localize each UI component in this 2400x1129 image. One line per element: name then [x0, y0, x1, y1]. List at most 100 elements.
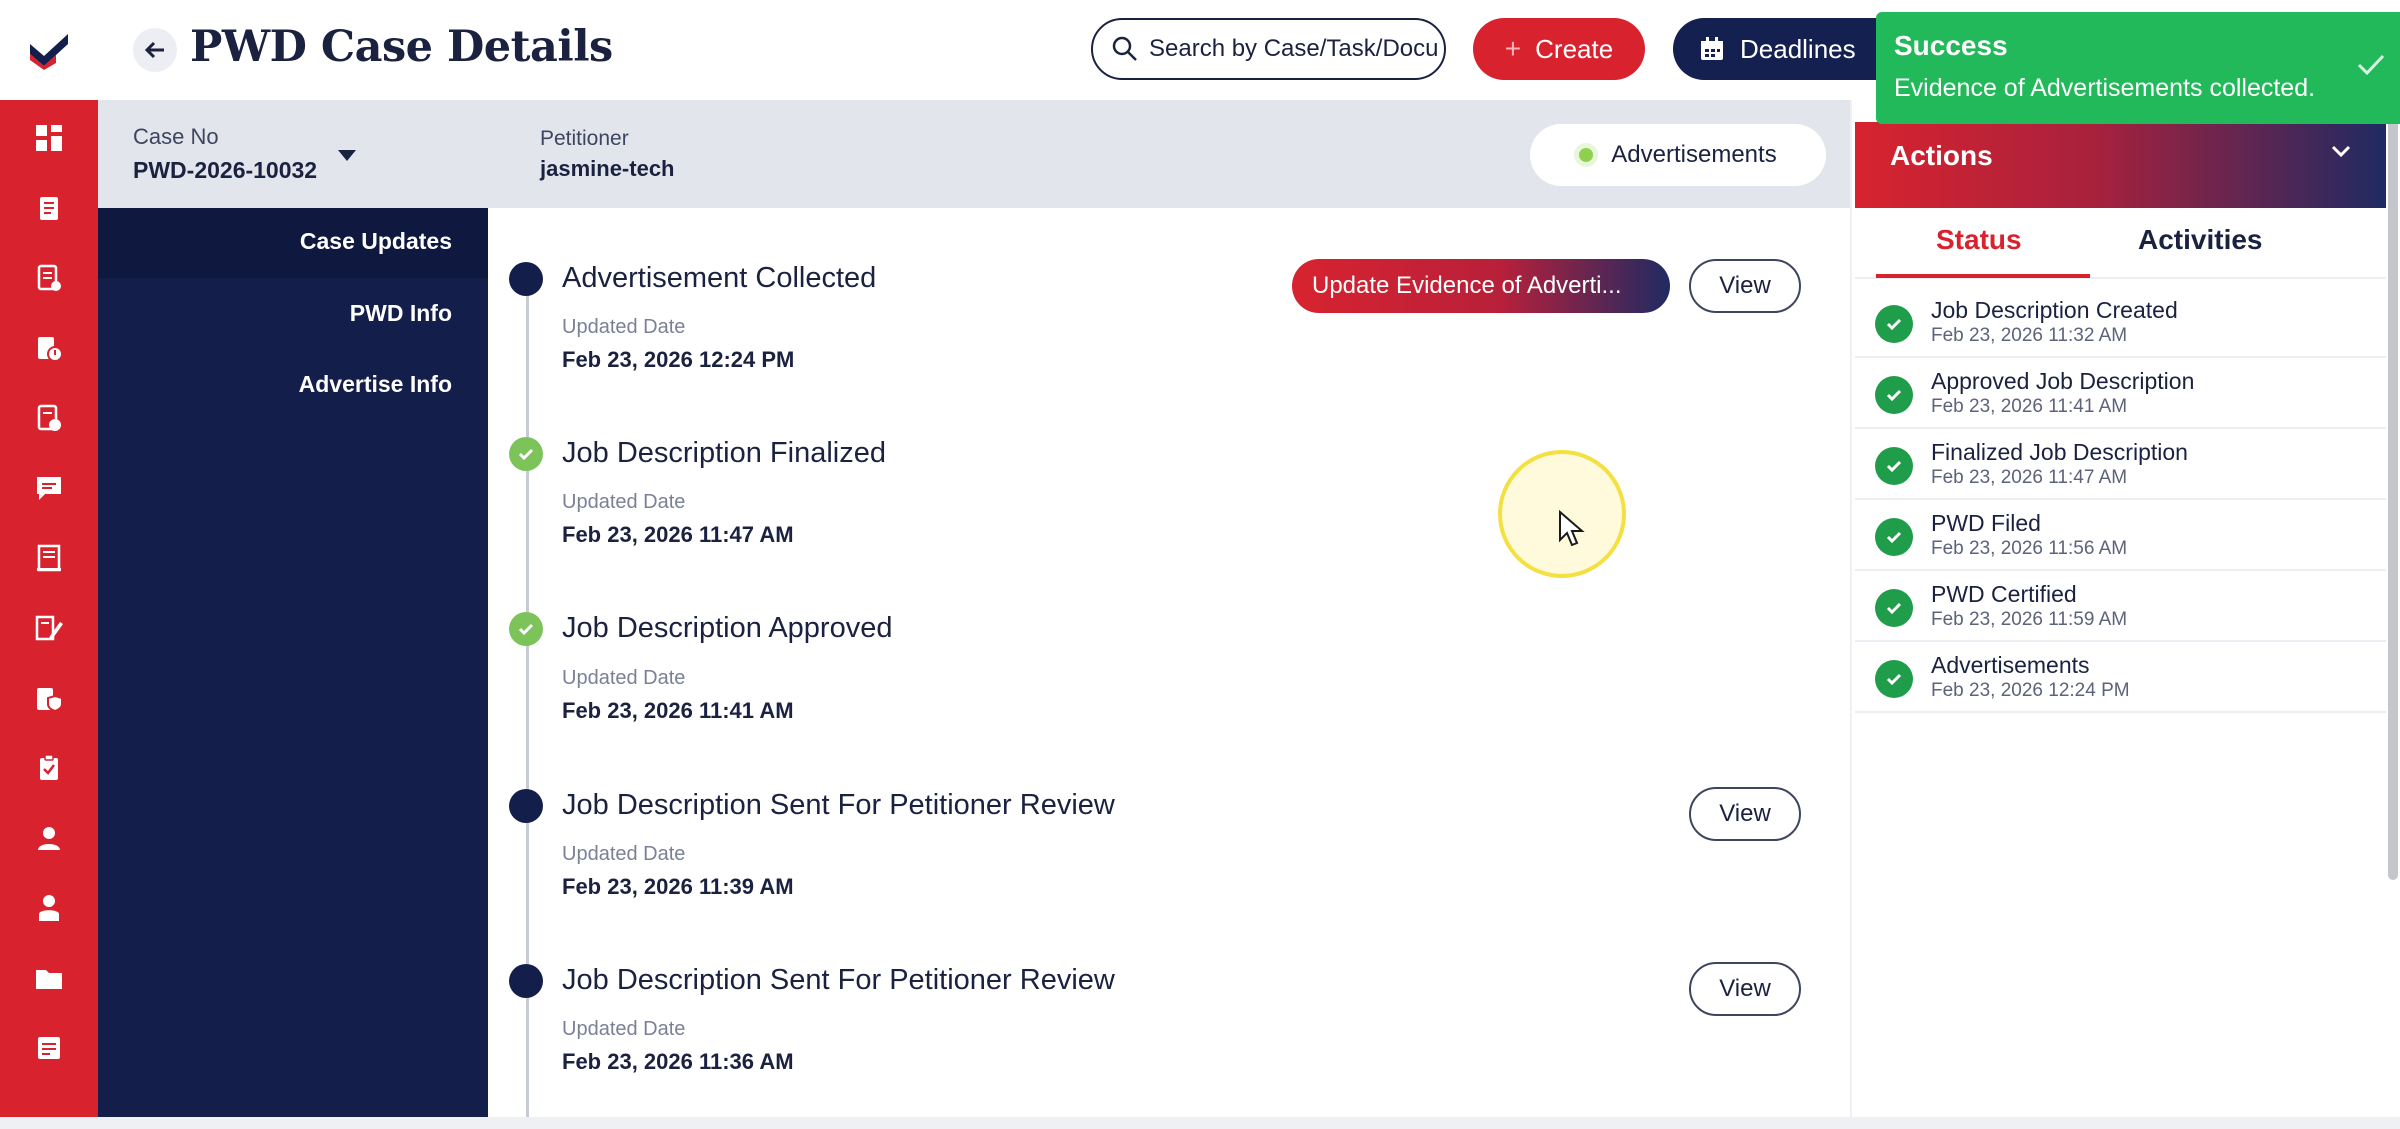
status-dot-icon — [1579, 148, 1594, 162]
section-nav-case-updates[interactable]: Case Updates — [300, 228, 452, 255]
stage-badge: Advertisements — [1530, 124, 1826, 186]
petitioner-value: jasmine-tech — [540, 156, 675, 181]
section-nav-pwd-info[interactable]: PWD Info — [350, 300, 452, 327]
notes-icon[interactable] — [0, 1020, 98, 1076]
updated-date-label: Updated Date — [562, 843, 686, 865]
timeline-item-date: Feb 23, 2026 11:47 AM — [562, 522, 794, 547]
updated-date-label: Updated Date — [562, 316, 686, 338]
timeline-node-icon — [509, 789, 543, 823]
check-circle-icon — [1875, 305, 1913, 343]
timeline-item-title: Job Description Sent For Petitioner Revi… — [562, 789, 1115, 821]
tab-activities[interactable]: Activities — [2138, 224, 2263, 256]
tab-status[interactable]: Status — [1936, 224, 2022, 256]
clipboard-icon[interactable] — [0, 740, 98, 796]
status-item-name: Job Description Created — [1931, 297, 2178, 323]
panel-scrollbar[interactable] — [2388, 100, 2398, 880]
timeline-item-date: Feb 23, 2026 11:41 AM — [562, 698, 794, 723]
status-item-name: PWD Filed — [1931, 510, 2041, 536]
timeline-item-title: Advertisement Collected — [562, 262, 877, 294]
status-item: Job Description Created Feb 23, 2026 11:… — [1855, 287, 2386, 358]
check-circle-icon — [509, 612, 543, 646]
notebook-icon[interactable] — [0, 530, 98, 586]
status-item-time: Feb 23, 2026 11:32 AM — [1931, 325, 2128, 346]
check-circle-icon — [1875, 518, 1913, 556]
view-button[interactable]: View — [1689, 962, 1801, 1016]
timeline-item-date: Feb 23, 2026 12:24 PM — [562, 347, 795, 372]
section-nav-advertise-info[interactable]: Advertise Info — [299, 371, 452, 398]
mouse-pointer-icon — [1559, 510, 1585, 547]
stage-label: Advertisements — [1611, 141, 1777, 168]
timeline-item-title: Job Description Sent For Petitioner Revi… — [562, 964, 1115, 996]
updated-date-label: Updated Date — [562, 667, 686, 689]
status-item-time: Feb 23, 2026 11:59 AM — [1931, 609, 2128, 630]
calendar-icon — [1701, 37, 1723, 60]
toast-message: Evidence of Advertisements collected. — [1894, 74, 2316, 102]
create-label: Create — [1535, 33, 1614, 64]
status-item: PWD Certified Feb 23, 2026 11:59 AM — [1855, 571, 2386, 642]
deadlines-button[interactable]: Deadlines — [1673, 18, 1903, 80]
view-button[interactable]: View — [1689, 787, 1801, 841]
user-icon[interactable] — [0, 810, 98, 866]
person-icon[interactable] — [0, 880, 98, 936]
check-circle-icon — [1875, 589, 1913, 627]
file-check-icon[interactable] — [0, 390, 98, 446]
timeline-line — [526, 278, 529, 1129]
status-item: Advertisements Feb 23, 2026 12:24 PM — [1855, 642, 2386, 713]
status-item-time: Feb 23, 2026 11:47 AM — [1931, 467, 2128, 488]
success-toast: Success Evidence of Advertisements colle… — [1876, 12, 2400, 124]
toast-title: Success — [1894, 30, 2008, 61]
logo-check-icon — [30, 34, 68, 70]
updated-date-label: Updated Date — [562, 491, 686, 513]
case-no-value: PWD-2026-10032 — [133, 157, 318, 183]
search-icon — [1112, 36, 1137, 61]
plus-icon: + — [1504, 33, 1522, 64]
status-item-name: PWD Certified — [1931, 581, 2077, 607]
timeline-item-title: Job Description Finalized — [562, 437, 886, 469]
create-button[interactable]: + Create — [1473, 18, 1645, 80]
file-shield-icon[interactable] — [0, 670, 98, 726]
check-circle-icon — [1875, 376, 1913, 414]
checklist-icon[interactable] — [0, 250, 98, 306]
petitioner-label: Petitioner — [540, 127, 629, 150]
updated-date-label: Updated Date — [562, 1018, 686, 1040]
bottom-edge — [0, 1117, 2400, 1129]
search-input[interactable] — [1149, 35, 1439, 63]
folder-icon[interactable] — [0, 950, 98, 1006]
section-nav — [98, 208, 488, 1129]
check-circle-icon — [1875, 660, 1913, 698]
file-alert-icon[interactable] — [0, 320, 98, 376]
back-button[interactable] — [133, 28, 177, 72]
search-box[interactable] — [1091, 18, 1446, 80]
arrow-left-icon — [144, 41, 164, 59]
document-icon[interactable] — [0, 180, 98, 236]
status-item: Approved Job Description Feb 23, 2026 11… — [1855, 358, 2386, 429]
case-no-label: Case No — [133, 124, 219, 149]
status-item-name: Advertisements — [1931, 652, 2090, 678]
status-item: PWD Filed Feb 23, 2026 11:56 AM — [1855, 500, 2386, 571]
edit-list-icon[interactable] — [0, 600, 98, 656]
timeline-item-date: Feb 23, 2026 11:36 AM — [562, 1049, 794, 1074]
actions-title: Actions — [1890, 140, 1993, 171]
chat-icon[interactable] — [0, 460, 98, 516]
view-button[interactable]: View — [1689, 259, 1801, 313]
status-item-time: Feb 23, 2026 12:24 PM — [1931, 680, 2130, 701]
deadlines-label: Deadlines — [1740, 33, 1856, 64]
timeline-item-date: Feb 23, 2026 11:39 AM — [562, 874, 794, 899]
status-item: Finalized Job Description Feb 23, 2026 1… — [1855, 429, 2386, 500]
status-item-time: Feb 23, 2026 11:41 AM — [1931, 396, 2128, 417]
tab-active-indicator — [1876, 274, 2090, 278]
check-circle-icon — [509, 437, 543, 471]
app-logo[interactable] — [0, 0, 98, 100]
update-evidence-button[interactable]: Update Evidence of Adverti... — [1292, 259, 1670, 313]
dashboard-icon[interactable] — [0, 110, 98, 166]
status-item-name: Finalized Job Description — [1931, 439, 2188, 465]
chevron-down-icon[interactable] — [2330, 144, 2352, 158]
page-title: PWD Case Details — [190, 22, 613, 72]
timeline-item-title: Job Description Approved — [562, 612, 893, 644]
status-item-time: Feb 23, 2026 11:56 AM — [1931, 538, 2128, 559]
check-circle-icon — [1875, 447, 1913, 485]
timeline-node-icon — [509, 262, 543, 296]
timeline-node-icon — [509, 964, 543, 998]
check-icon[interactable] — [2356, 52, 2386, 78]
case-select-caret-icon[interactable] — [338, 150, 356, 161]
